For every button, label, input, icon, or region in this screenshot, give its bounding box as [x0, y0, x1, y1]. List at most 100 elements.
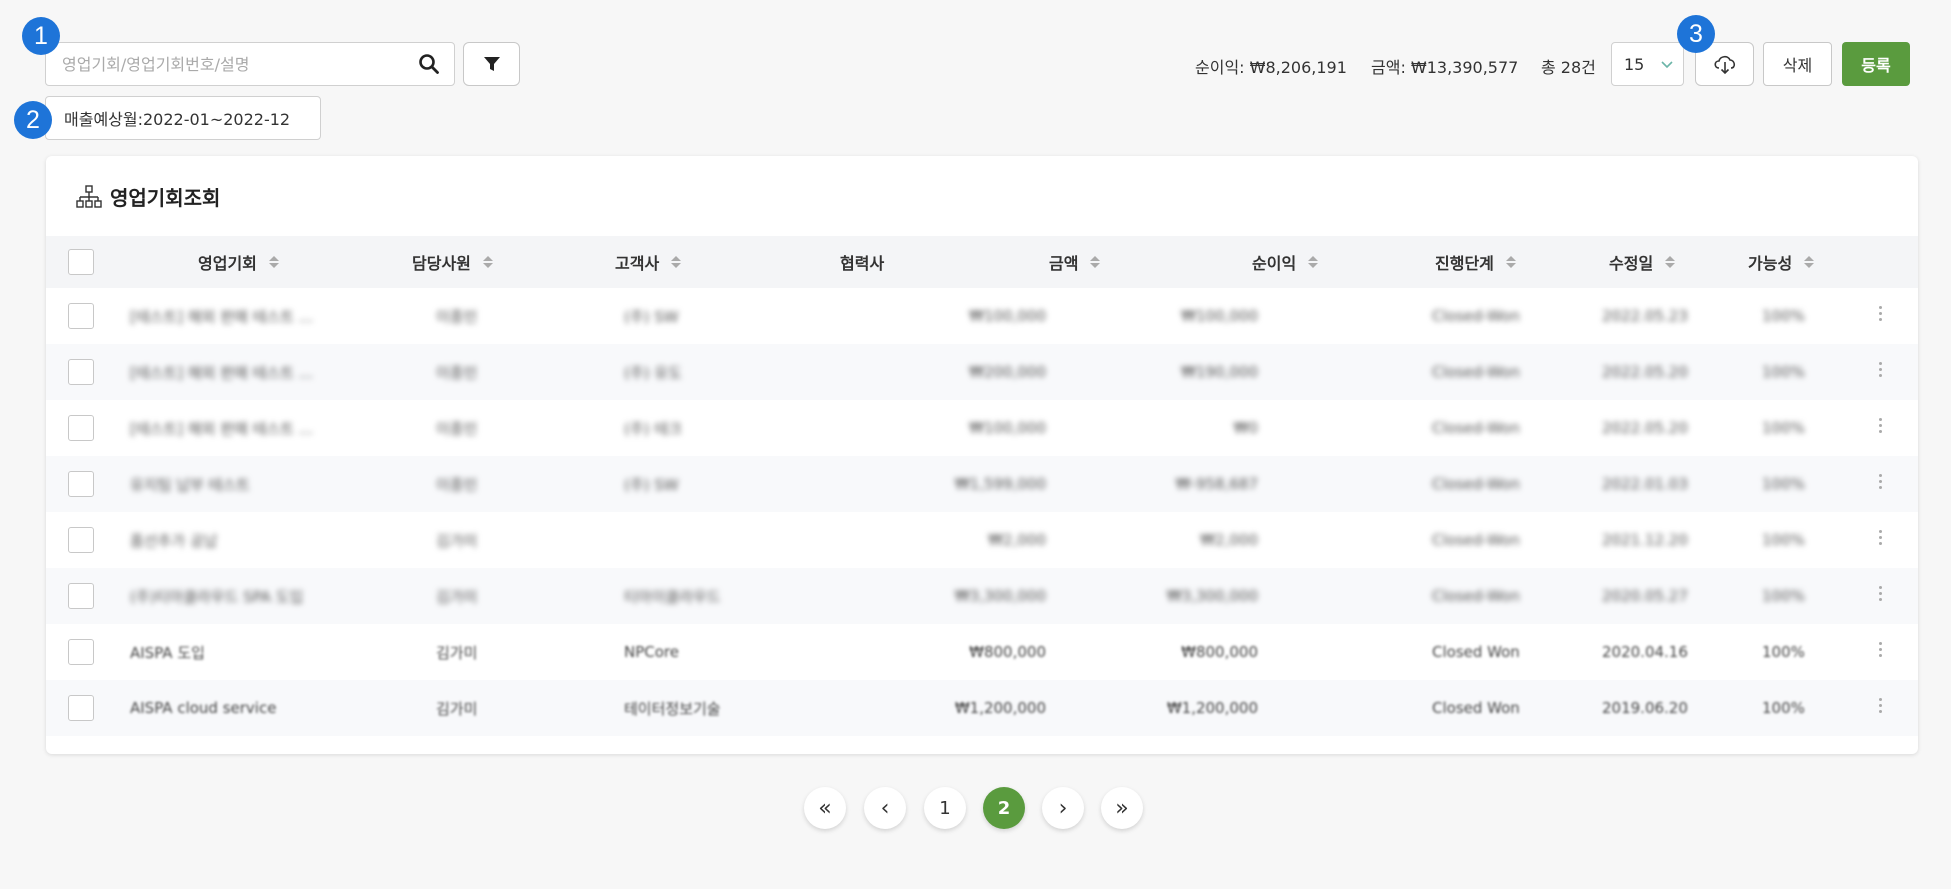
cell-probability: 100%: [1762, 531, 1805, 549]
table-row[interactable]: 품선추가 공납 김가미 ₩2,000 ₩2,000 Closed-Won 2021.12.…: [46, 512, 1918, 568]
more-options-icon[interactable]: [1879, 642, 1883, 657]
sort-icon: [1308, 256, 1319, 268]
cell-stage: Closed-Won: [1432, 475, 1520, 493]
cell-stage: Closed-Won: [1432, 363, 1520, 381]
cell-customer: 티아이클라우드: [624, 587, 721, 606]
select-all-checkbox[interactable]: [68, 249, 94, 275]
row-checkbox[interactable]: [68, 359, 94, 385]
cell-opportunity[interactable]: [테스트] 해외 판매 테스트 ...: [130, 400, 313, 456]
annotation-badge-1: 1: [22, 17, 60, 55]
more-options-icon[interactable]: [1879, 474, 1883, 489]
col-amount[interactable]: 금액: [1049, 236, 1101, 288]
more-options-icon[interactable]: [1879, 362, 1883, 377]
cell-stage: Closed-Won: [1432, 531, 1520, 549]
cell-probability: 100%: [1762, 419, 1805, 437]
cell-modified: 2021.12.20: [1602, 531, 1688, 549]
cell-opportunity[interactable]: AISPA 도입: [130, 624, 205, 680]
cell-modified: 2020.05.27: [1602, 587, 1688, 605]
cell-profit: ₩2,000: [1200, 531, 1258, 549]
cell-opportunity[interactable]: (주)티아클라우드 SPA 도입: [130, 568, 303, 624]
summary-profit: 순이익: ₩8,206,191: [1195, 58, 1347, 77]
cell-opportunity[interactable]: 품선추가 공납: [130, 512, 218, 568]
sort-icon: [1090, 256, 1101, 268]
cell-profit: ₩1,200,000: [1166, 699, 1258, 717]
table-row[interactable]: AISPA cloud service 김가미 테이터정보기술 ₩1,200,000 ₩…: [46, 680, 1918, 736]
register-button[interactable]: 등록: [1842, 42, 1910, 86]
org-chart-icon: [76, 184, 102, 208]
opportunity-list-card: 영업기회조회 영업기회 담당사원 고객사 협력사 금액 순이익 진행단계 수정일…: [46, 156, 1918, 754]
more-options-icon[interactable]: [1879, 306, 1883, 321]
table-row[interactable]: 유지팀 납부 테스트 이종민 (주) SW ₩1,599,000 ₩-958,687 Cl…: [46, 456, 1918, 512]
cloud-download-icon: [1713, 55, 1735, 75]
col-probability[interactable]: 가능성: [1748, 236, 1815, 288]
annotation-badge-3: 3: [1677, 15, 1715, 53]
table-header: 영업기회 담당사원 고객사 협력사 금액 순이익 진행단계 수정일 가능성: [46, 236, 1918, 288]
more-options-icon[interactable]: [1879, 698, 1883, 713]
card-title: 영업기회조회: [76, 182, 220, 211]
summary-total: 총 28건: [1541, 58, 1596, 77]
row-checkbox[interactable]: [68, 471, 94, 497]
pagination-prev-button[interactable]: ‹: [864, 787, 906, 829]
cell-probability: 100%: [1762, 475, 1805, 493]
col-owner[interactable]: 담당사원: [412, 236, 493, 288]
pagination-first-button[interactable]: «: [804, 787, 846, 829]
row-checkbox[interactable]: [68, 639, 94, 665]
cell-amount: ₩100,000: [969, 419, 1046, 437]
table-row[interactable]: (주)티아클라우드 SPA 도입 김가미 티아이클라우드 ₩3,300,000 ₩3,3…: [46, 568, 1918, 624]
row-checkbox[interactable]: [68, 527, 94, 553]
row-checkbox[interactable]: [68, 583, 94, 609]
cell-opportunity[interactable]: [테스트] 해외 판매 테스트 ...: [130, 288, 313, 344]
filter-button[interactable]: [463, 42, 520, 86]
row-checkbox[interactable]: [68, 303, 94, 329]
col-modified[interactable]: 수정일: [1609, 236, 1676, 288]
col-stage[interactable]: 진행단계: [1435, 236, 1516, 288]
cell-amount: ₩1,200,000: [954, 699, 1046, 717]
delete-button[interactable]: 삭제: [1763, 42, 1832, 86]
table-row[interactable]: AISPA 도입 김가미 NPCore ₩800,000 ₩800,000 Closed …: [46, 624, 1918, 680]
more-options-icon[interactable]: [1879, 530, 1883, 545]
cell-opportunity[interactable]: [테스트] 해외 판매 테스트 ...: [130, 344, 313, 400]
cell-customer: NPCore: [624, 643, 679, 661]
cell-profit: ₩3,300,000: [1166, 587, 1258, 605]
filter-chip-label: 매출예상월:2022-01~2022-12: [64, 110, 291, 129]
cell-modified: 2022.05.20: [1602, 363, 1688, 381]
cell-probability: 100%: [1762, 643, 1805, 661]
search-input[interactable]: [60, 53, 418, 75]
cell-profit: ₩800,000: [1181, 643, 1258, 661]
filter-chip-sales-month[interactable]: 매출예상월:2022-01~2022-12: [45, 96, 321, 140]
register-button-label: 등록: [1861, 56, 1891, 75]
cell-customer: (주) 유도: [624, 363, 682, 382]
col-partner: 협력사: [840, 254, 885, 273]
summary-amount: 금액: ₩13,390,577: [1371, 58, 1519, 77]
chevron-down-icon: [1661, 61, 1673, 69]
pagination-next-button[interactable]: ›: [1042, 787, 1084, 829]
table-row[interactable]: [테스트] 해외 판매 테스트 ... 이종민 (주) SW ₩100,000 ₩100…: [46, 288, 1918, 344]
cell-owner: 김가미: [436, 587, 478, 606]
cell-opportunity[interactable]: 유지팀 납부 테스트: [130, 456, 250, 512]
col-profit[interactable]: 순이익: [1252, 236, 1319, 288]
cell-customer: (주) 테크: [624, 419, 682, 438]
table-row[interactable]: [테스트] 해외 판매 테스트 ... 이종민 (주) 유도 ₩200,000 ₩190…: [46, 344, 1918, 400]
cell-owner: 김가미: [436, 531, 478, 550]
row-checkbox[interactable]: [68, 415, 94, 441]
cell-profit: ₩100,000: [1181, 307, 1258, 325]
row-checkbox[interactable]: [68, 695, 94, 721]
pagination-page-2[interactable]: 2: [983, 787, 1025, 829]
more-options-icon[interactable]: [1879, 586, 1883, 601]
pagination-page-1[interactable]: 1: [924, 787, 966, 829]
cell-owner: 이종민: [436, 307, 478, 326]
cell-owner: 이종민: [436, 419, 478, 438]
sort-icon: [1505, 256, 1516, 268]
cell-amount: ₩100,000: [969, 307, 1046, 325]
col-customer[interactable]: 고객사: [615, 236, 682, 288]
pagination-last-button[interactable]: »: [1101, 787, 1143, 829]
cell-customer: 테이터정보기술: [624, 699, 721, 718]
more-options-icon[interactable]: [1879, 418, 1883, 433]
cell-probability: 100%: [1762, 699, 1805, 717]
page-size-select[interactable]: 15: [1611, 42, 1684, 86]
col-opportunity[interactable]: 영업기회: [198, 236, 279, 288]
sort-icon: [268, 256, 279, 268]
table-row[interactable]: [테스트] 해외 판매 테스트 ... 이종민 (주) 테크 ₩100,000 ₩0 Cl…: [46, 400, 1918, 456]
search-icon[interactable]: [418, 53, 440, 75]
cell-opportunity[interactable]: AISPA cloud service: [130, 680, 276, 736]
